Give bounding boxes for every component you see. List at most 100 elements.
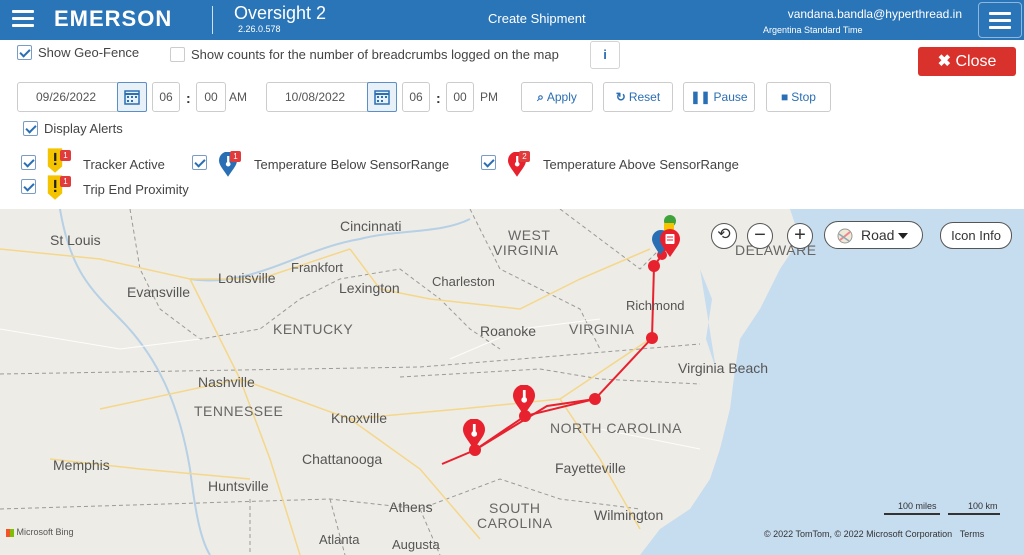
refresh-icon: ↻ bbox=[615, 90, 626, 104]
temp-below-badge: 1 bbox=[230, 151, 241, 162]
map-label: Augusta bbox=[392, 537, 440, 552]
icon-info-button[interactable]: Icon Info bbox=[940, 222, 1012, 249]
close-button[interactable]: ✖ Close bbox=[918, 47, 1016, 76]
temperature-alert-icon[interactable] bbox=[463, 419, 485, 451]
map-style-label: Road bbox=[861, 227, 895, 243]
start-ampm: AM bbox=[229, 90, 247, 104]
show-geofence-checkbox[interactable] bbox=[17, 45, 32, 60]
map-label: Huntsville bbox=[208, 478, 269, 494]
map-label: Atlanta bbox=[319, 532, 360, 547]
map-label: St Louis bbox=[50, 232, 101, 248]
minus-icon: − bbox=[754, 224, 766, 246]
map-label: Chattanooga bbox=[302, 451, 383, 467]
start-calendar-button[interactable] bbox=[117, 82, 147, 112]
bing-icon bbox=[6, 528, 14, 537]
map-label: VIRGINIA bbox=[569, 321, 635, 337]
shipment-end-icon[interactable] bbox=[652, 213, 688, 259]
show-counts-checkbox[interactable] bbox=[170, 47, 185, 62]
search-icon: ⌕ bbox=[537, 90, 544, 104]
end-calendar-button[interactable] bbox=[367, 82, 397, 112]
map-label: Athens bbox=[389, 499, 433, 515]
zoom-out-button[interactable]: − bbox=[747, 223, 773, 249]
map-label: Cincinnati bbox=[340, 218, 402, 234]
map-label: Evansville bbox=[127, 284, 191, 300]
trip-end-label: Trip End Proximity bbox=[83, 182, 189, 197]
end-date-input[interactable]: 10/08/2022 bbox=[266, 82, 370, 112]
pause-icon: ❚❚ bbox=[690, 90, 711, 104]
temp-above-badge: 2 bbox=[519, 151, 530, 162]
show-geofence-label: Show Geo-Fence bbox=[38, 45, 140, 60]
pause-button[interactable]: ❚❚ Pause bbox=[683, 82, 755, 112]
trip-end-badge: 1 bbox=[60, 176, 71, 187]
timezone-label: Argentina Standard Time bbox=[763, 25, 863, 35]
close-label: Close bbox=[955, 53, 997, 70]
trip-end-checkbox[interactable] bbox=[21, 179, 36, 194]
scale-km: 100 km bbox=[968, 501, 998, 511]
map-label: SOUTH bbox=[489, 500, 541, 516]
map-label: Frankfort bbox=[291, 260, 344, 275]
end-hour-input[interactable]: 06 bbox=[402, 82, 430, 112]
scale-miles: 100 miles bbox=[898, 501, 937, 511]
bing-label: Microsoft Bing bbox=[16, 527, 74, 537]
show-counts-label: Show counts for the number of breadcrumb… bbox=[191, 47, 559, 62]
start-date-input[interactable]: 09/26/2022 bbox=[17, 82, 119, 112]
map-label: VIRGINIA bbox=[493, 242, 559, 258]
time-colon: : bbox=[186, 90, 191, 106]
close-icon: ✖ bbox=[937, 53, 952, 70]
map-label: Knoxville bbox=[331, 410, 388, 426]
tracker-active-checkbox[interactable] bbox=[21, 155, 36, 170]
display-alerts-checkbox[interactable] bbox=[23, 121, 38, 136]
create-shipment-link[interactable]: Create Shipment bbox=[488, 11, 586, 26]
copyright-text: © 2022 TomTom, © 2022 Microsoft Corporat… bbox=[764, 529, 953, 539]
scale-bar-miles bbox=[884, 513, 940, 515]
map-label: Virginia Beach bbox=[678, 360, 769, 376]
bing-logo: Microsoft Bing bbox=[6, 527, 74, 537]
calendar-icon bbox=[124, 90, 140, 105]
map-canvas[interactable]: St Louis Cincinnati WEST VIRGINIA DELAWA… bbox=[0, 209, 1024, 555]
map-label: WEST bbox=[508, 227, 551, 243]
road-style-icon bbox=[837, 228, 853, 244]
end-ampm: PM bbox=[480, 90, 498, 104]
info-button[interactable]: i bbox=[590, 41, 620, 69]
brand-logo: EMERSON bbox=[54, 6, 173, 31]
end-minute-input[interactable]: 00 bbox=[446, 82, 474, 112]
map-label: Lexington bbox=[339, 280, 400, 296]
map-label: TENNESSEE bbox=[194, 403, 284, 419]
map-label: Louisville bbox=[218, 270, 276, 286]
temp-above-checkbox[interactable] bbox=[481, 155, 496, 170]
map-copyright: © 2022 TomTom, © 2022 Microsoft Corporat… bbox=[764, 529, 984, 539]
tracker-active-badge: 1 bbox=[60, 150, 71, 161]
map-label: CAROLINA bbox=[477, 515, 553, 531]
header-divider bbox=[212, 6, 213, 34]
user-email[interactable]: vandana.bandla@hyperthread.in bbox=[788, 7, 962, 21]
stop-button[interactable]: ■ Stop bbox=[766, 82, 831, 112]
app-version: 2.26.0.578 bbox=[238, 24, 281, 34]
app-title: Oversight 2 bbox=[234, 3, 327, 23]
reset-label: Reset bbox=[628, 90, 661, 104]
map-label: Richmond bbox=[626, 298, 685, 313]
apply-button[interactable]: ⌕ Apply bbox=[521, 82, 593, 112]
temp-below-checkbox[interactable] bbox=[192, 155, 207, 170]
map-style-dropdown[interactable]: Road bbox=[824, 221, 923, 249]
pause-label: Pause bbox=[713, 90, 748, 104]
map-label: Nashville bbox=[198, 374, 255, 390]
plus-icon: + bbox=[794, 224, 806, 246]
top-bar: EMERSON Oversight 2 2.26.0.578 Create Sh… bbox=[0, 0, 1024, 40]
display-alerts-label: Display Alerts bbox=[44, 121, 123, 136]
start-minute-input[interactable]: 00 bbox=[196, 82, 226, 112]
map-label: Memphis bbox=[53, 457, 110, 473]
terms-link[interactable]: Terms bbox=[960, 529, 985, 539]
chevron-down-icon bbox=[898, 233, 908, 239]
map-label: NORTH CAROLINA bbox=[550, 420, 682, 436]
temp-below-label: Temperature Below SensorRange bbox=[254, 157, 450, 172]
stop-label: Stop bbox=[791, 90, 816, 104]
temperature-alert-icon[interactable] bbox=[513, 385, 535, 417]
menu-button[interactable] bbox=[978, 2, 1022, 38]
start-hour-input[interactable]: 06 bbox=[152, 82, 180, 112]
scale-bar-km bbox=[948, 513, 1000, 515]
reset-button[interactable]: ↻ Reset bbox=[603, 82, 673, 112]
hamburger-icon[interactable] bbox=[12, 10, 34, 28]
rotate-map-button[interactable]: ⟲ bbox=[711, 223, 737, 249]
zoom-in-button[interactable]: + bbox=[787, 223, 813, 249]
rotate-icon: ⟲ bbox=[717, 226, 731, 243]
